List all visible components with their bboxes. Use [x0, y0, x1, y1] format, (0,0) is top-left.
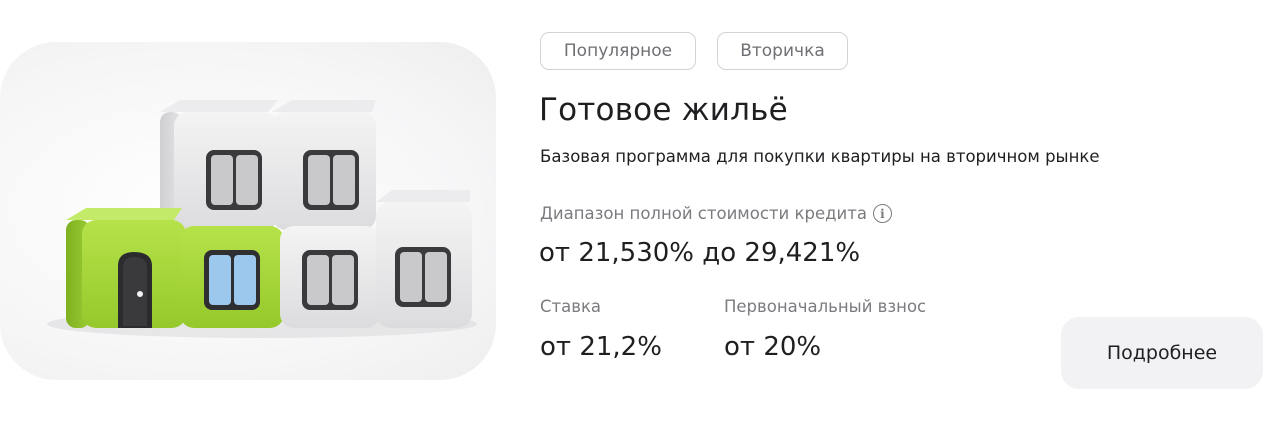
rate-value: от 21,2% [540, 332, 662, 362]
info-icon[interactable]: i [872, 204, 892, 223]
tag-secondary-market[interactable]: Вторичка [717, 32, 848, 70]
down-payment-value: от 20% [724, 332, 822, 362]
down-payment-label: Первоначальный взнос [724, 297, 927, 316]
program-subtitle: Базовая программа для покупки квартиры н… [540, 147, 1100, 166]
full-cost-range-label-row: Диапазон полной стоимости кредита i [540, 204, 892, 223]
program-title: Готовое жильё [539, 92, 788, 128]
tag-list: Популярное Вторичка [540, 32, 848, 70]
full-cost-range-value: от 21,530% до 29,421% [539, 238, 861, 268]
house-blocks-image [47, 100, 477, 338]
rate-label: Ставка [540, 297, 602, 316]
tag-popular[interactable]: Популярное [540, 32, 696, 70]
full-cost-range-label: Диапазон полной стоимости кредита [540, 204, 867, 223]
details-button[interactable]: Подробнее [1061, 317, 1263, 389]
house-blocks-illustration [0, 42, 496, 380]
mortgage-program-card: Популярное Вторичка Готовое жильё Базова… [0, 0, 1280, 424]
